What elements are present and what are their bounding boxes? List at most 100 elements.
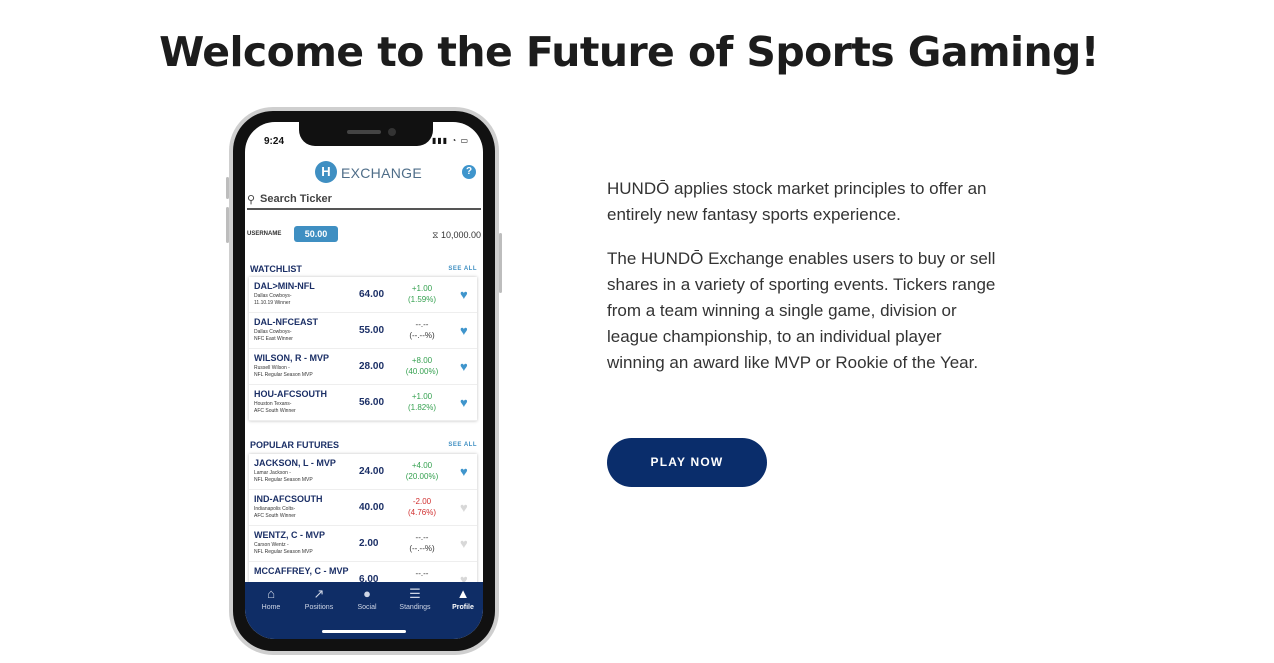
watchlist-row[interactable]: WILSON, R - MVP Russell Wilson - NFL Regul… bbox=[249, 349, 477, 385]
heart-filled-icon[interactable]: ♥ bbox=[460, 359, 468, 374]
phone-screen: 9:24 ▮▮▮ ◔ ▭ H EXCHANGE ? ⚲ Search Ticke… bbox=[245, 122, 483, 639]
heart-filled-icon[interactable]: ♥ bbox=[460, 464, 468, 479]
ticker-symbol: MCCAFFREY, C - MVP bbox=[254, 566, 349, 576]
price-change-percent: (--.--%) bbox=[409, 331, 435, 340]
user-icon: ▲ bbox=[456, 586, 470, 601]
ticker-symbol: JACKSON, L - MVP bbox=[254, 458, 336, 468]
home-icon: ⌂ bbox=[267, 586, 275, 601]
ticker-symbol: WENTZ, C - MVP bbox=[254, 530, 325, 540]
chart-icon: ↗ bbox=[313, 586, 325, 601]
bottom-nav: ⌂ Home ↗ Positions ● Social ☰ Standings ▲ Profile bbox=[245, 582, 483, 639]
ticker-description-detail: NFL Regular Season MVP bbox=[254, 372, 313, 378]
popular-futures-title: POPULAR FUTURES bbox=[250, 440, 340, 450]
heart-filled-icon[interactable]: ♥ bbox=[460, 287, 468, 302]
user-row: USERNAME 50.00 ⧖ 10,000.00 bbox=[247, 226, 481, 244]
heart-filled-icon[interactable]: ♥ bbox=[460, 395, 468, 410]
watchlist-row[interactable]: DAL>MIN-NFL Dallas Cowboys- 11.10.19 Winne… bbox=[249, 277, 477, 313]
popular-futures-row[interactable]: IND-AFCSOUTH Indianapolis Colts- AFC South… bbox=[249, 490, 477, 526]
ticker-description: Houston Texans- bbox=[254, 401, 292, 407]
watchlist-see-all-link[interactable]: SEE ALL bbox=[448, 266, 477, 272]
nav-item-home[interactable]: ⌂ Home bbox=[249, 586, 293, 611]
ticker-description: Indianapolis Colts- bbox=[254, 506, 296, 512]
phone-power-button bbox=[499, 233, 502, 293]
nav-label: Standings bbox=[399, 604, 431, 611]
intro-copy: HUNDŌ applies stock market principles to… bbox=[607, 176, 997, 394]
price-change-percent: (40.00%) bbox=[405, 367, 439, 376]
ticker-description-detail: 11.10.19 Winner bbox=[254, 300, 291, 306]
ticker-description: Carson Wentz - bbox=[254, 542, 289, 548]
ticker-price: 2.00 bbox=[359, 538, 379, 549]
ticker-description-detail: AFC South Winner bbox=[254, 408, 296, 414]
price-change: +1.00 bbox=[411, 392, 433, 401]
watchlist-title: WATCHLIST bbox=[250, 264, 302, 274]
play-now-button[interactable]: PLAY NOW bbox=[607, 438, 767, 487]
ticker-symbol: WILSON, R - MVP bbox=[254, 353, 329, 363]
ticker-price: 40.00 bbox=[359, 502, 385, 513]
price-change: --.-- bbox=[415, 533, 429, 542]
ticker-symbol: DAL-NFCEAST bbox=[254, 317, 318, 327]
price-change: --.-- bbox=[415, 320, 429, 329]
app-name: EXCHANGE bbox=[341, 165, 422, 181]
price-change: +4.00 bbox=[411, 461, 433, 470]
help-icon[interactable]: ? bbox=[462, 165, 476, 179]
app-header: H EXCHANGE ? bbox=[245, 156, 483, 186]
search-icon: ⚲ bbox=[247, 194, 256, 206]
popular-futures-card: JACKSON, L - MVP Lamar Jackson - NFL Regul… bbox=[249, 454, 477, 598]
username-label: USERNAME bbox=[247, 231, 282, 237]
ticker-price: 24.00 bbox=[359, 466, 385, 477]
exchange-logo-icon: H bbox=[315, 161, 337, 183]
price-change-percent: (1.59%) bbox=[407, 295, 436, 304]
nav-item-standings[interactable]: ☰ Standings bbox=[393, 586, 437, 611]
username-badge: 50.00 bbox=[294, 226, 338, 242]
nav-label: Home bbox=[261, 604, 281, 611]
intro-paragraph-2: The HUNDŌ Exchange enables users to buy … bbox=[607, 249, 996, 372]
watchlist-row[interactable]: HOU-AFCSOUTH Houston Texans- AFC South Win… bbox=[249, 385, 477, 421]
price-change: +1.00 bbox=[411, 284, 433, 293]
ticker-description: Russell Wilson - bbox=[254, 365, 290, 371]
phone-volume-button bbox=[226, 207, 229, 243]
heart-outline-icon[interactable]: ♥ bbox=[460, 536, 468, 551]
popular-see-all-link[interactable]: SEE ALL bbox=[448, 442, 477, 448]
heart-filled-icon[interactable]: ♥ bbox=[460, 323, 468, 338]
status-time: 9:24 bbox=[264, 136, 285, 147]
ticker-symbol: HOU-AFCSOUTH bbox=[254, 389, 327, 399]
ticker-price: 64.00 bbox=[359, 289, 385, 300]
ticker-description-detail: NFL Regular Season MVP bbox=[254, 549, 313, 555]
nav-item-profile[interactable]: ▲ Profile bbox=[441, 586, 483, 611]
ticker-description: Lamar Jackson - bbox=[254, 470, 291, 476]
ticker-description-detail: NFL Regular Season MVP bbox=[254, 477, 313, 483]
price-change-percent: (4.76%) bbox=[407, 508, 436, 517]
search-ticker-input[interactable]: ⚲ Search Ticker bbox=[247, 190, 481, 210]
price-change: +8.00 bbox=[411, 356, 433, 365]
ticker-description: Dallas Cowboys- bbox=[254, 329, 292, 335]
price-change-percent: (20.00%) bbox=[405, 472, 439, 481]
watchlist-row[interactable]: DAL-NFCEAST Dallas Cowboys- NFC East Winne… bbox=[249, 313, 477, 349]
status-icons: ▮▮▮ ◔ ▭ bbox=[431, 136, 469, 145]
nav-label: Social bbox=[357, 604, 377, 611]
search-placeholder: Search Ticker bbox=[260, 193, 332, 205]
ticker-description: Dallas Cowboys- bbox=[254, 293, 292, 299]
price-change: -2.00 bbox=[412, 497, 432, 506]
price-change-percent: (--.--%) bbox=[409, 544, 435, 553]
phone-side-button bbox=[226, 177, 229, 199]
ticker-description-detail: NFC East Winner bbox=[254, 336, 293, 342]
nav-label: Positions bbox=[304, 604, 334, 611]
price-change-percent: (1.82%) bbox=[407, 403, 436, 412]
popular-futures-row[interactable]: WENTZ, C - MVP Carson Wentz - NFL Regular … bbox=[249, 526, 477, 562]
price-change: --.-- bbox=[415, 569, 429, 578]
phone-notch bbox=[299, 122, 433, 146]
list-icon: ☰ bbox=[409, 586, 421, 601]
watchlist-card: DAL>MIN-NFL Dallas Cowboys- 11.10.19 Winne… bbox=[249, 277, 477, 421]
account-balance: ⧖ 10,000.00 bbox=[432, 230, 481, 240]
nav-item-social[interactable]: ● Social bbox=[345, 586, 389, 611]
nav-item-positions[interactable]: ↗ Positions bbox=[297, 586, 341, 611]
heart-outline-icon[interactable]: ♥ bbox=[460, 500, 468, 515]
popular-futures-row[interactable]: JACKSON, L - MVP Lamar Jackson - NFL Regul… bbox=[249, 454, 477, 490]
ticker-price: 56.00 bbox=[359, 397, 385, 408]
intro-paragraph-1: HUNDŌ applies stock market principles to… bbox=[607, 179, 987, 224]
page-headline: Welcome to the Future of Sports Gaming! bbox=[159, 28, 1099, 76]
ticker-description-detail: AFC South Winner bbox=[254, 513, 296, 519]
ticker-symbol: IND-AFCSOUTH bbox=[254, 494, 323, 504]
phone-mockup: 9:24 ▮▮▮ ◔ ▭ H EXCHANGE ? ⚲ Search Ticke… bbox=[226, 107, 502, 655]
chat-icon: ● bbox=[363, 586, 371, 601]
